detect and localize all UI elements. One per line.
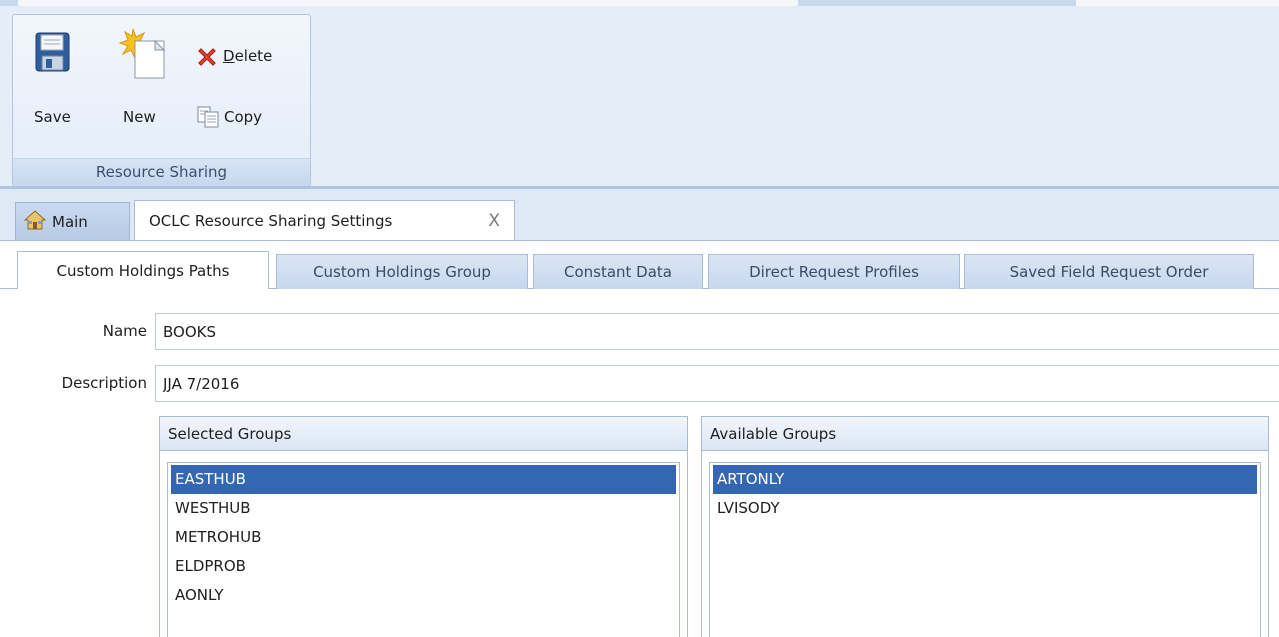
description-row: Description: [0, 365, 1279, 402]
copy-document-icon: [196, 105, 220, 133]
tab-main-label: Main: [52, 212, 88, 231]
list-item[interactable]: EASTHUB: [171, 465, 676, 494]
name-label: Name: [102, 322, 147, 340]
new-document-icon: [118, 27, 169, 83]
ribbon-group-resource-sharing: Save New Delete Copy Resource Sharing: [12, 14, 311, 187]
home-icon: [23, 209, 47, 234]
subtab-custom-holdings-paths[interactable]: Custom Holdings Paths: [17, 251, 269, 289]
subtab-divider-left: [0, 288, 17, 289]
settings-content: Custom Holdings Paths Custom Holdings Gr…: [0, 240, 1279, 637]
save-button[interactable]: Save: [23, 23, 75, 135]
available-groups-box: Available Groups ARTONLY LVISODY: [701, 416, 1269, 637]
description-field[interactable]: [155, 365, 1279, 402]
copy-label: Copy: [224, 108, 263, 126]
list-item[interactable]: WESTHUB: [171, 494, 676, 523]
selected-groups-title: Selected Groups: [160, 417, 687, 451]
document-tab-strip: Main OCLC Resource Sharing Settings X: [0, 186, 1279, 243]
list-item[interactable]: AONLY: [171, 581, 676, 610]
list-item[interactable]: ELDPROB: [171, 552, 676, 581]
tab-oclc-resource-sharing-settings[interactable]: OCLC Resource Sharing Settings X: [134, 200, 515, 241]
ribbon: Save New Delete Copy Resource Sharing: [0, 6, 1279, 187]
subtab-custom-holdings-group[interactable]: Custom Holdings Group: [276, 254, 528, 289]
list-item[interactable]: LVISODY: [713, 494, 1257, 523]
subtab-constant-data[interactable]: Constant Data: [533, 254, 703, 289]
tab-main[interactable]: Main: [15, 202, 130, 240]
available-groups-list[interactable]: ARTONLY LVISODY: [709, 462, 1261, 637]
list-item[interactable]: METROHUB: [171, 523, 676, 552]
tab-oclc-label: OCLC Resource Sharing Settings: [149, 212, 393, 230]
ribbon-group-label: Resource Sharing: [13, 158, 310, 186]
delete-x-icon: [195, 45, 219, 73]
name-field[interactable]: [155, 313, 1279, 350]
available-groups-title: Available Groups: [702, 417, 1268, 451]
close-tab-icon[interactable]: X: [488, 211, 500, 231]
name-row: Name: [0, 313, 1279, 350]
save-label: Save: [34, 108, 71, 126]
subtab-direct-request-profiles[interactable]: Direct Request Profiles: [708, 254, 960, 289]
list-item[interactable]: ARTONLY: [713, 465, 1257, 494]
floppy-disk-icon: [35, 32, 70, 76]
subtab-bar: Custom Holdings Paths Custom Holdings Gr…: [0, 241, 1279, 289]
new-button[interactable]: New: [113, 23, 173, 135]
description-label: Description: [61, 374, 147, 392]
selected-groups-box: Selected Groups EASTHUB WESTHUB METROHUB…: [159, 416, 688, 637]
delete-label: Delete: [223, 47, 273, 65]
new-label: New: [123, 108, 156, 126]
copy-button[interactable]: Copy: [193, 103, 303, 133]
selected-groups-list[interactable]: EASTHUB WESTHUB METROHUB ELDPROB AONLY: [167, 462, 680, 637]
subtab-saved-field-request-order[interactable]: Saved Field Request Order: [964, 254, 1254, 289]
delete-button[interactable]: Delete: [193, 43, 303, 73]
